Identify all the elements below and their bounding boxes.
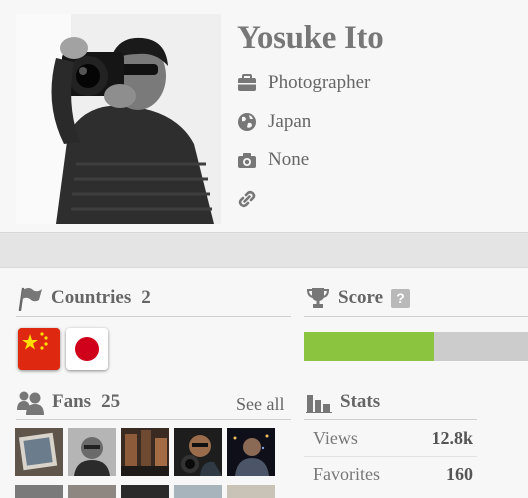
fans-count: 25 [101,391,121,412]
stat-label: Views [313,428,358,448]
section-divider [0,234,528,267]
stat-label: Favorites [313,464,380,484]
fan-avatar[interactable] [174,485,222,498]
fans-rule [16,419,291,420]
fans-header: Fans 25 [16,386,120,418]
stats-header: Stats [306,386,380,418]
bar-chart-icon [306,391,332,413]
link-row[interactable] [237,187,268,211]
fan-avatar[interactable] [227,485,275,498]
globe-icon [237,112,257,132]
people-icon [16,389,44,415]
profile-photo[interactable] [16,14,221,224]
occupation-row: Photographer [237,71,370,95]
profile-details: Countries 2 Score ? Fans 25 See all Stat… [0,267,528,498]
fan-avatar[interactable] [227,428,275,476]
stats-title: Stats [340,391,381,412]
profile-name: Yosuke Ito [237,20,384,56]
score-progress-bar [304,332,528,361]
stat-row-favorites: Favorites 160 [313,464,473,485]
link-icon[interactable] [237,189,257,209]
fan-avatar[interactable] [68,485,116,498]
fan-avatar[interactable] [15,485,63,498]
country-row: Japan [237,110,311,134]
camera-row: None [237,148,309,172]
trophy-icon [306,287,330,309]
stat-row-views: Views 12.8k [313,428,473,449]
countries-count: 2 [141,287,151,308]
score-help-button[interactable]: ? [391,288,411,308]
countries-rule [16,316,291,317]
see-all-fans-link[interactable]: See all [236,394,284,415]
profile-card: Yosuke Ito Photographer Japan None [0,0,528,233]
china-flag[interactable] [18,328,60,370]
japan-flag[interactable] [66,328,108,370]
stats-rule [304,419,477,420]
country-text: Japan [268,111,312,132]
score-progress-fill [304,332,434,361]
fan-avatar[interactable] [121,428,169,476]
countries-title: Countries [51,287,132,308]
fan-avatar[interactable] [15,428,63,476]
score-rule [304,316,528,317]
camera-text: None [268,149,310,170]
fan-avatar[interactable] [174,428,222,476]
fan-avatar[interactable] [68,428,116,476]
stat-value: 160 [446,464,473,484]
fans-title: Fans [52,391,92,412]
briefcase-icon [237,73,257,93]
score-header: Score ? [306,282,411,314]
occupation-text: Photographer [268,72,371,93]
fan-avatar[interactable] [121,485,169,498]
camera-icon [237,150,257,170]
score-title: Score [338,287,384,308]
stats-row-divider [304,456,477,457]
countries-header: Countries 2 [17,282,151,314]
stat-value: 12.8k [431,428,473,448]
flag-icon [17,285,43,311]
